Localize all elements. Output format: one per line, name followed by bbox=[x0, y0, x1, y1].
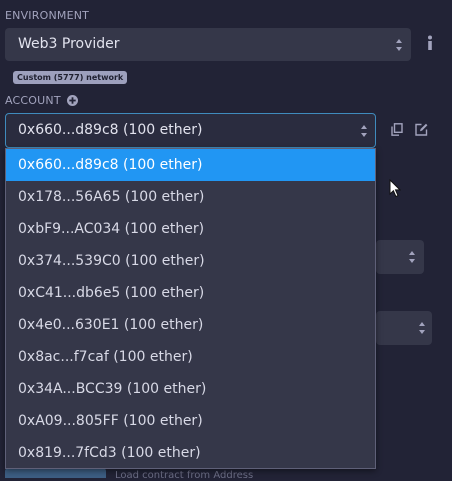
edit-icon[interactable] bbox=[415, 123, 428, 136]
account-option[interactable]: 0x8ac...f7caf (100 ether) bbox=[6, 341, 375, 373]
add-account-icon[interactable] bbox=[67, 95, 78, 106]
info-icon[interactable] bbox=[424, 35, 436, 51]
copy-icon[interactable] bbox=[391, 123, 403, 136]
account-option[interactable]: 0x4e0...630E1 (100 ether) bbox=[6, 309, 375, 341]
select-arrows-icon bbox=[396, 39, 402, 51]
account-select[interactable]: 0x660...d89c8 (100 ether) bbox=[5, 113, 376, 148]
account-select-value: 0x660...d89c8 (100 ether) bbox=[18, 122, 203, 138]
account-option[interactable]: 0x819...7fCd3 (100 ether) bbox=[6, 437, 375, 469]
network-badge: Custom (5777) network bbox=[13, 71, 128, 84]
environment-label: ENVIRONMENT bbox=[5, 9, 90, 22]
account-option[interactable]: 0x34A...BCC39 (100 ether) bbox=[6, 373, 375, 405]
account-option[interactable]: 0xC41...db6e5 (100 ether) bbox=[6, 277, 375, 309]
environment-select-value: Web3 Provider bbox=[18, 36, 120, 52]
account-option[interactable]: 0x178...56A65 (100 ether) bbox=[6, 181, 375, 213]
hidden-select[interactable] bbox=[376, 240, 424, 274]
environment-select[interactable]: Web3 Provider bbox=[5, 28, 411, 61]
mouse-cursor-icon bbox=[389, 179, 401, 198]
account-dropdown-list: 0x660...d89c8 (100 ether) 0x178...56A65 (… bbox=[5, 148, 376, 469]
select-arrows-icon bbox=[419, 322, 425, 334]
account-option[interactable]: 0x374...539C0 (100 ether) bbox=[6, 245, 375, 277]
select-arrows-icon bbox=[361, 125, 367, 137]
account-option[interactable]: 0xbF9...AC034 (100 ether) bbox=[6, 213, 375, 245]
hidden-select[interactable] bbox=[376, 311, 432, 345]
at-address-button[interactable] bbox=[5, 468, 106, 478]
account-option[interactable]: 0xA09...805FF (100 ether) bbox=[6, 405, 375, 437]
select-arrows-icon bbox=[409, 251, 415, 263]
account-label: ACCOUNT bbox=[5, 94, 61, 107]
account-option[interactable]: 0x660...d89c8 (100 ether) bbox=[6, 149, 375, 181]
